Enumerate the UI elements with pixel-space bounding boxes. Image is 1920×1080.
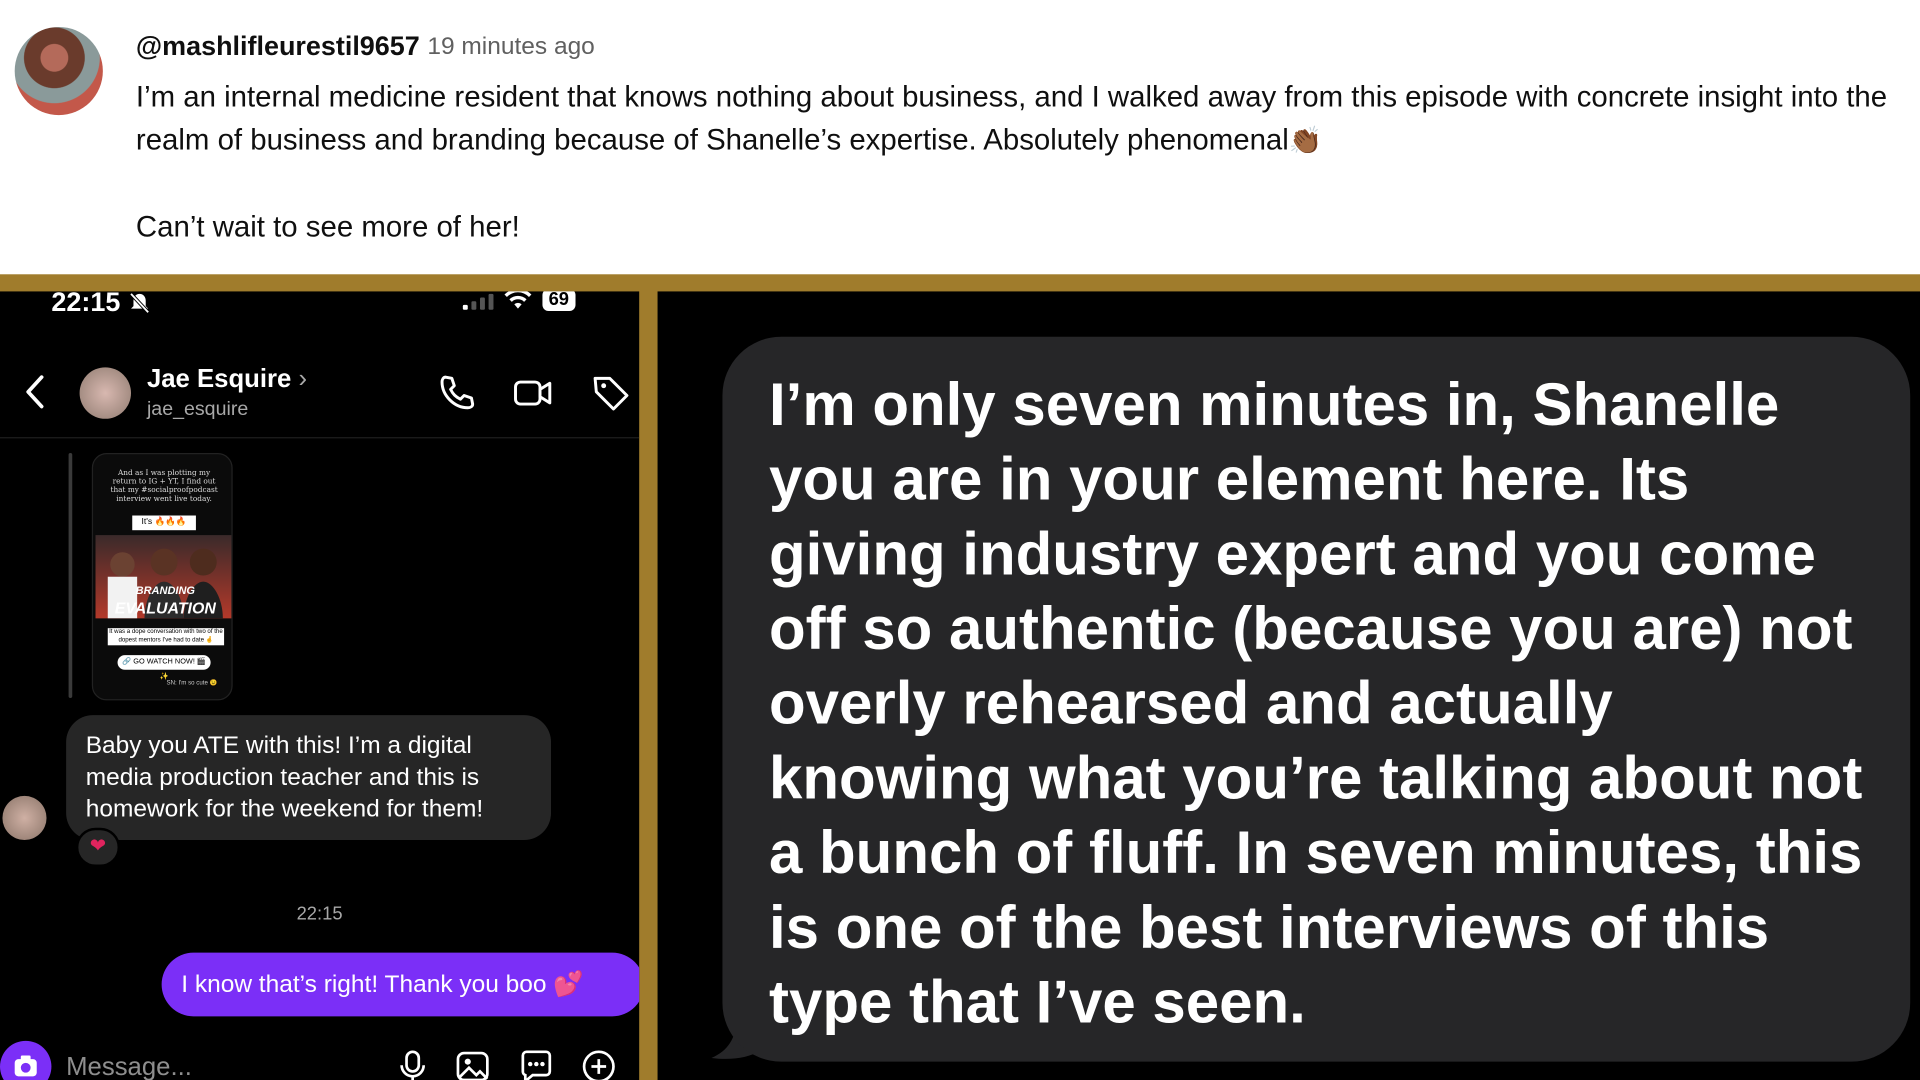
shared-story-thumbnail[interactable]: And as I was plotting my return to IG + … xyxy=(91,453,233,701)
contact-name[interactable]: Jae Esquire › xyxy=(147,365,307,394)
silent-bell-icon xyxy=(130,292,151,314)
camera-button[interactable] xyxy=(0,1040,52,1080)
back-chevron-icon[interactable] xyxy=(22,372,49,421)
story-caption-top: And as I was plotting my return to IG + … xyxy=(110,468,218,504)
wifi-icon xyxy=(504,291,532,309)
phone-call-icon[interactable] xyxy=(436,372,478,414)
comment-time[interactable]: 19 minutes ago xyxy=(427,33,594,61)
comment-text-main: I’m an internal medicine resident that k… xyxy=(135,80,1888,157)
camera-icon xyxy=(14,1055,37,1077)
add-icon[interactable] xyxy=(580,1048,617,1080)
message-timestamp: 22:15 xyxy=(296,903,343,925)
signal-icon xyxy=(462,291,494,310)
clapping-hands-icon: 👏🏾 xyxy=(1288,124,1323,156)
message-bubble[interactable]: I’m only seven minutes in, Shanelle you … xyxy=(722,336,1911,1062)
youtube-comment: @mashlifleurestil9657 19 minutes ago I’m… xyxy=(0,0,1920,275)
heart-reaction-icon[interactable]: ❤ xyxy=(75,827,120,867)
outgoing-message[interactable]: I know that’s right! Thank you boo 💕 xyxy=(161,952,640,1017)
story-title-small: BRANDING xyxy=(135,584,195,597)
message-composer: Message... xyxy=(0,1031,639,1080)
story-signature: SN: I'm so cute 😉 xyxy=(166,679,218,687)
contact-username: jae_esquire xyxy=(146,399,249,420)
story-title-big: EVALUATION xyxy=(114,598,216,618)
commenter-avatar[interactable] xyxy=(14,26,103,116)
battery-indicator: 69 xyxy=(542,291,576,312)
gallery-icon[interactable] xyxy=(454,1048,491,1080)
instagram-dm: 22:15 69 Jae Esquire › jae_esquire And a… xyxy=(0,291,640,1080)
story-caption-bottom: It was a dope conversation with two of t… xyxy=(107,628,225,646)
story-cta: 🔗 GO WATCH NOW! 🎬 ✨ xyxy=(117,655,211,681)
comment-handle[interactable]: @mashlifleurestil9657 xyxy=(136,31,420,63)
story-chip: It's 🔥🔥🔥 xyxy=(132,515,196,531)
sticker-icon[interactable] xyxy=(518,1048,555,1080)
dm-header: Jae Esquire › jae_esquire xyxy=(0,350,640,439)
reply-indicator-line xyxy=(68,453,73,698)
video-call-icon[interactable] xyxy=(512,372,554,414)
collage: @mashlifleurestil9657 19 minutes ago I’m… xyxy=(0,0,1920,1080)
contact-avatar[interactable] xyxy=(79,367,132,419)
tag-icon[interactable] xyxy=(590,372,632,414)
incoming-message[interactable]: Baby you ATE with this! I’m a digital me… xyxy=(66,715,552,840)
status-time: 22:15 xyxy=(51,291,152,318)
microphone-icon[interactable] xyxy=(394,1048,431,1080)
status-icons: 69 xyxy=(462,291,576,312)
message-input[interactable]: Message... xyxy=(66,1053,192,1080)
message-screenshot: I’m only seven minutes in, Shanelle you … xyxy=(657,291,1920,1080)
sender-avatar[interactable] xyxy=(2,795,47,840)
chevron-right-icon: › xyxy=(298,364,308,394)
comment-text: I’m an internal medicine resident that k… xyxy=(136,76,1912,162)
status-time-text: 22:15 xyxy=(51,291,121,318)
contact-name-text: Jae Esquire xyxy=(146,364,292,394)
comment-text-2: Can’t wait to see more of her! xyxy=(135,210,520,244)
